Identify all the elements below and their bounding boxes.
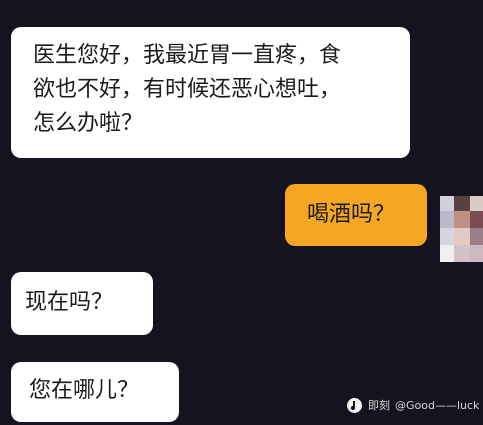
incoming-message-bubble: 医生您好，我最近胃一直疼，食 欲也不好，有时候还恶心想吐， 怎么办啦？ bbox=[11, 27, 410, 158]
message-text-line: 欲也不好，有时候还恶心想吐， bbox=[33, 77, 342, 102]
incoming-message-bubble: 您在哪儿？ bbox=[11, 362, 179, 422]
message-text: 您在哪儿？ bbox=[29, 378, 140, 403]
message-text-line: 怎么办啦？ bbox=[33, 111, 144, 136]
incoming-message-bubble: 现在吗？ bbox=[11, 272, 153, 335]
message-text-line: 医生您好，我最近胃一直疼，食 bbox=[33, 43, 342, 68]
outgoing-message-bubble: 喝酒吗？ bbox=[285, 184, 427, 246]
sender-avatar[interactable] bbox=[440, 196, 483, 262]
watermark-handle: @Good——luck bbox=[395, 398, 480, 412]
watermark-app-name: 即刻 bbox=[368, 399, 390, 412]
watermark: 即刻 @Good——luck bbox=[347, 396, 479, 414]
message-text: 现在吗？ bbox=[25, 290, 114, 315]
message-text: 喝酒吗？ bbox=[307, 202, 396, 227]
app-logo-icon bbox=[347, 397, 362, 413]
